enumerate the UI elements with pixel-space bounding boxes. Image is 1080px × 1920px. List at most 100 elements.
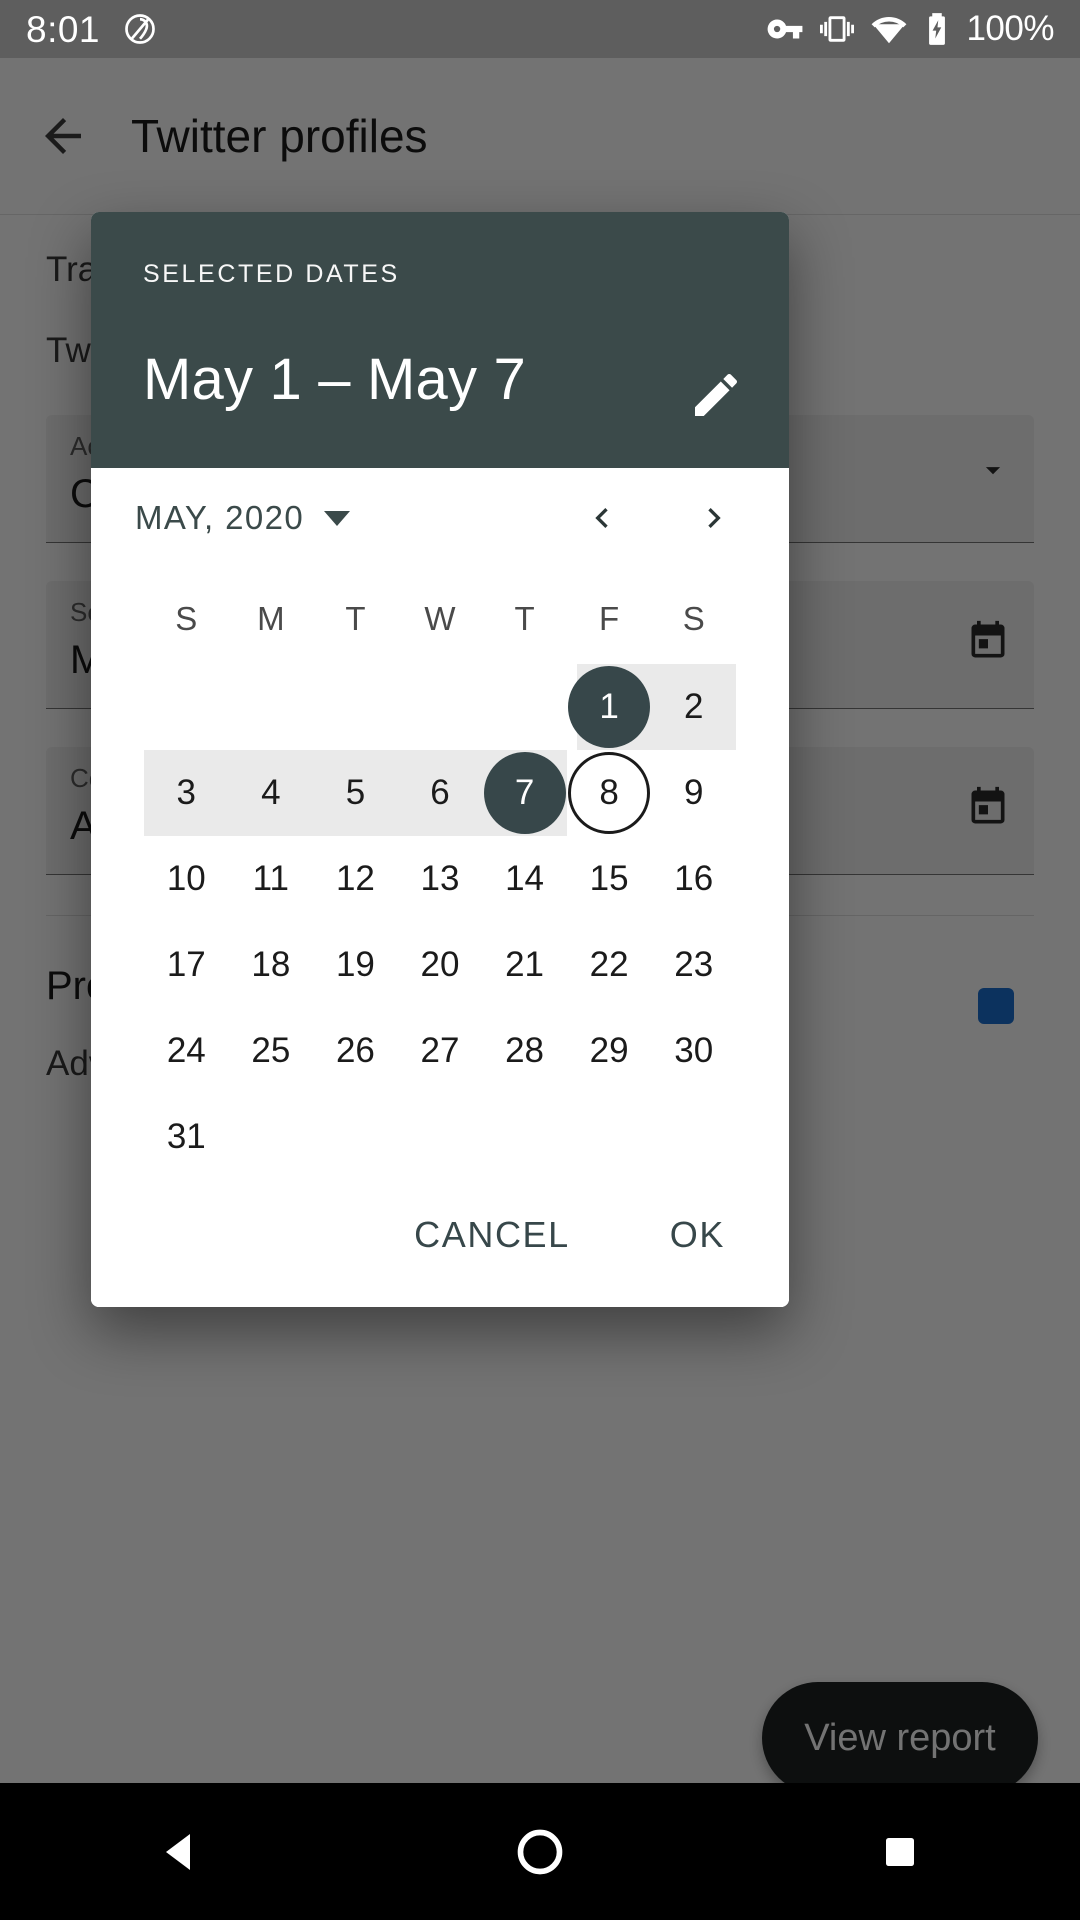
calendar-day-19[interactable]: 19 (313, 922, 398, 1008)
day-label: 5 (345, 773, 366, 812)
circle-home-icon (517, 1829, 563, 1874)
weekday-5: F (599, 600, 620, 637)
calendar-day-24[interactable]: 24 (144, 1008, 229, 1094)
dialog-header: SELECTED DATES May 1 – May 7 (91, 212, 789, 468)
calendar-day-empty (398, 664, 483, 750)
calendar-day-16[interactable]: 16 (651, 836, 736, 922)
day-label: 3 (176, 773, 197, 812)
month-year-label: MAY, 2020 (135, 499, 305, 536)
battery-percent: 100% (966, 9, 1054, 48)
calendar-day-1[interactable]: 1 (567, 664, 652, 750)
day-label: 27 (420, 1031, 460, 1070)
vpn-key-icon (768, 19, 803, 39)
calendar-day-10[interactable]: 10 (144, 836, 229, 922)
calendar-week-row: 10 11 12 13 14 15 16 (144, 836, 736, 922)
weekday-1: M (257, 600, 285, 637)
status-icons: 100% (766, 9, 1054, 49)
edit-range-button[interactable] (685, 364, 747, 426)
ok-button[interactable]: OK (662, 1200, 733, 1270)
calendar-day-9[interactable]: 9 (651, 750, 736, 836)
day-label: 14 (505, 859, 545, 898)
calendar-day-5[interactable]: 5 (313, 750, 398, 836)
day-label: 13 (420, 859, 460, 898)
day-label: 11 (252, 859, 290, 898)
next-month-button[interactable] (689, 493, 739, 543)
status-bar: 8:01 100% (0, 0, 1080, 58)
calendar-day-6[interactable]: 6 (398, 750, 483, 836)
calendar-day-26[interactable]: 26 (313, 1008, 398, 1094)
calendar-day-empty (651, 1094, 736, 1180)
month-year-selector[interactable]: MAY, 2020 (135, 499, 351, 537)
calendar-day-empty (482, 1094, 567, 1180)
calendar-day-30[interactable]: 30 (651, 1008, 736, 1094)
calendar-day-23[interactable]: 23 (651, 922, 736, 1008)
calendar-day-empty (313, 1094, 398, 1180)
calendar-day-11[interactable]: 11 (229, 836, 314, 922)
day-label: 30 (674, 1031, 714, 1070)
calendar-day-25[interactable]: 25 (229, 1008, 314, 1094)
nav-home-button[interactable] (480, 1783, 600, 1920)
calendar-day-4[interactable]: 4 (229, 750, 314, 836)
calendar-day-22[interactable]: 22 (567, 922, 652, 1008)
day-label: 1 (599, 687, 619, 726)
calendar-day-2[interactable]: 2 (651, 664, 736, 750)
calendar-day-empty (229, 664, 314, 750)
day-label: 6 (430, 773, 450, 812)
calendar-week-row: 31 (144, 1094, 736, 1180)
square-recents-icon (886, 1837, 914, 1866)
day-label: 31 (166, 1117, 206, 1156)
month-arrows (577, 493, 763, 543)
calendar-week-row: 12 (144, 664, 736, 750)
calendar-day-7[interactable]: 7 (482, 750, 567, 836)
day-label: 2 (683, 687, 704, 726)
previous-month-button[interactable] (577, 493, 627, 543)
day-label: 23 (674, 945, 714, 984)
day-label: 18 (251, 945, 291, 984)
calendar-day-29[interactable]: 29 (567, 1008, 652, 1094)
calendar-day-27[interactable]: 27 (398, 1008, 483, 1094)
calendar-day-12[interactable]: 12 (313, 836, 398, 922)
calendar-day-3[interactable]: 3 (144, 750, 229, 836)
calendar-day-18[interactable]: 18 (229, 922, 314, 1008)
day-label: 19 (335, 945, 375, 984)
calendar-week-row: 17 18 19 20 21 22 23 (144, 922, 736, 1008)
calendar-day-14[interactable]: 14 (482, 836, 567, 922)
chevron-right-icon (708, 508, 721, 528)
calendar-day-28[interactable]: 28 (482, 1008, 567, 1094)
day-label: 7 (514, 773, 535, 812)
day-label: 4 (261, 773, 281, 812)
calendar-week-row: 3 4 5 6 7 8 9 (144, 750, 736, 836)
calendar-day-13[interactable]: 13 (398, 836, 483, 922)
calendar-day-15[interactable]: 15 (567, 836, 652, 922)
day-label: 28 (505, 1031, 545, 1070)
calendar-day-empty (482, 664, 567, 750)
cancel-button[interactable]: CANCEL (406, 1200, 578, 1270)
calendar-day-empty (398, 1094, 483, 1180)
weekday-header-row: SMTWTFS (144, 586, 736, 652)
day-label: 9 (683, 773, 704, 812)
status-time: 8:01 (26, 8, 101, 50)
calendar-day-21[interactable]: 21 (482, 922, 567, 1008)
battery-charging-icon (929, 13, 946, 45)
date-range-picker-dialog: SELECTED DATES May 1 – May 7 MAY, 2020 S… (91, 212, 789, 1307)
vibrate-icon (820, 16, 855, 42)
weekday-0: S (175, 600, 198, 637)
nav-back-button[interactable] (120, 1783, 240, 1920)
nav-recents-button[interactable] (840, 1783, 960, 1920)
app-notification-icon (122, 11, 158, 47)
weekday-3: W (424, 600, 456, 637)
calendar-day-31[interactable]: 31 (144, 1094, 229, 1180)
calendar-day-20[interactable]: 20 (398, 922, 483, 1008)
day-label: 21 (505, 945, 545, 984)
day-label: 8 (599, 773, 619, 812)
day-label: 26 (335, 1031, 375, 1070)
calendar-day-8[interactable]: 8 (567, 750, 652, 836)
phone-screen: Twitter profiles Track mentions, hashtag… (0, 0, 1080, 1920)
calendar-day-17[interactable]: 17 (144, 922, 229, 1008)
calendar-day-empty (229, 1094, 314, 1180)
pencil-icon (695, 373, 738, 416)
day-label: 29 (589, 1031, 629, 1070)
dialog-actions: CANCEL OK (91, 1163, 789, 1307)
day-label: 10 (166, 859, 206, 898)
weekday-4: T (514, 600, 535, 637)
